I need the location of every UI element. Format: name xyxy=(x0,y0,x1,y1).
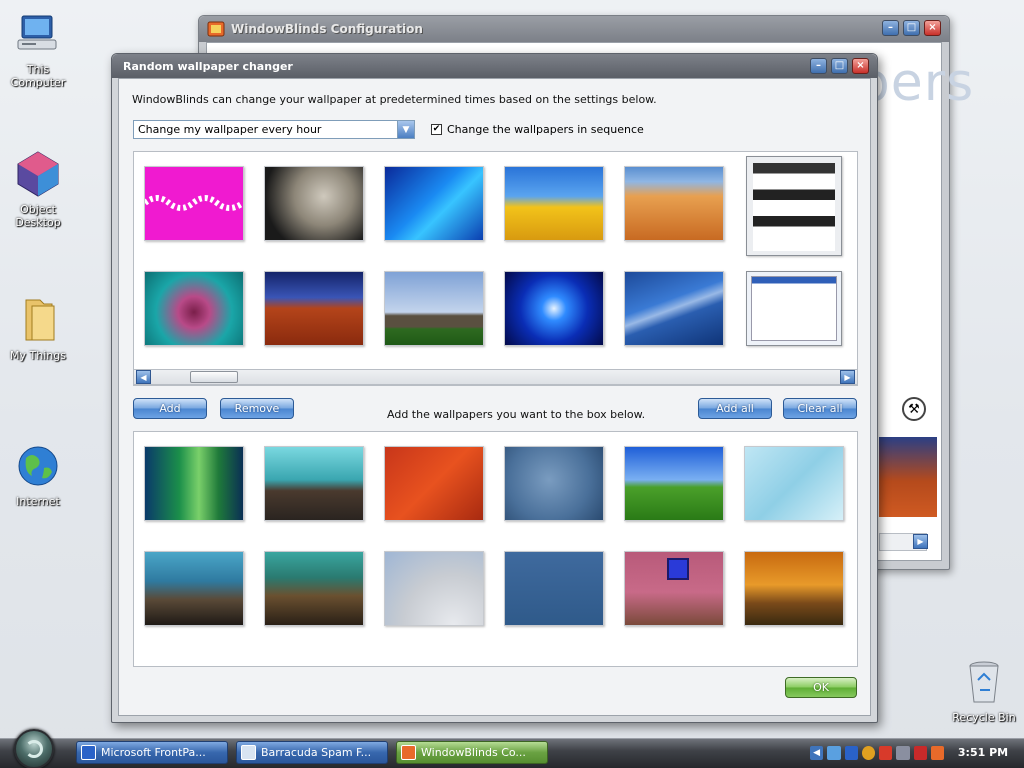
taskbar-item-barracuda[interactable]: Barracuda Spam F... xyxy=(236,741,388,764)
selected-wallpapers-list[interactable] xyxy=(133,431,858,667)
wallpaper-thumbnail[interactable] xyxy=(143,166,245,241)
wallpaper-thumbnail[interactable] xyxy=(144,446,244,521)
remove-button[interactable]: Remove xyxy=(220,398,294,419)
chevron-down-icon[interactable]: ▼ xyxy=(397,121,414,138)
wallpaper-thumbnail[interactable] xyxy=(264,166,364,241)
desktop-icon-internet[interactable]: Internet xyxy=(0,442,76,508)
wallpaper-thumbnail[interactable] xyxy=(504,271,604,346)
taskbar-clock[interactable]: 3:51 PM xyxy=(950,741,1016,764)
dialog-title: Random wallpaper changer xyxy=(123,59,293,73)
wallpaper-thumbnail[interactable] xyxy=(744,446,844,521)
available-wallpapers-list[interactable] xyxy=(133,151,858,386)
checkbox-check-icon[interactable]: ✔ xyxy=(431,124,442,135)
desktop-icon-label: Object Desktop xyxy=(15,203,61,229)
wallpaper-thumbnail[interactable] xyxy=(264,271,364,346)
windowblinds-app-icon xyxy=(207,21,225,37)
wallpaper-thumbnail[interactable] xyxy=(384,551,484,626)
wallpaper-thumbnail[interactable] xyxy=(144,271,244,346)
desktop-icon-label: Internet xyxy=(16,495,60,508)
tray-expand-icon[interactable]: ◀ xyxy=(810,745,824,760)
checkbox-label: Change the wallpapers in sequence xyxy=(447,123,644,136)
wallpaper-thumbnail[interactable] xyxy=(504,551,604,626)
wallpaper-thumbnail[interactable] xyxy=(624,271,724,346)
window-title: WindowBlinds Configuration xyxy=(231,22,423,36)
desktop-icon-my-things[interactable]: My Things xyxy=(0,296,76,362)
wallpaper-thumbnail[interactable] xyxy=(264,446,364,521)
globe-icon xyxy=(18,446,58,486)
minimize-button[interactable]: – xyxy=(810,58,827,74)
ok-button[interactable]: OK xyxy=(785,677,857,698)
network-icon[interactable] xyxy=(827,745,841,760)
desktop-icon-object-desktop[interactable]: Object Desktop xyxy=(0,150,76,229)
tools-icon[interactable]: ⚒ xyxy=(902,397,926,421)
instruction-text: Add the wallpapers you want to the box b… xyxy=(387,408,646,421)
desktop-icon-label: This Computer xyxy=(10,63,66,89)
wallpaper-thumbnail[interactable] xyxy=(264,551,364,626)
scroll-right-arrow-icon[interactable]: ▶ xyxy=(913,534,928,549)
desktop-icon-this-computer[interactable]: This Computer xyxy=(0,10,76,89)
taskbar-item-windowblinds[interactable]: WindowBlinds Co... xyxy=(396,741,548,764)
barracuda-icon xyxy=(241,745,256,760)
maximize-button[interactable]: □ xyxy=(831,58,848,74)
add-all-button[interactable]: Add all xyxy=(698,398,772,419)
close-button[interactable]: × xyxy=(924,20,941,36)
computer-icon xyxy=(17,15,57,50)
window-titlebar[interactable]: WindowBlinds Configuration xyxy=(199,16,949,42)
taskbar-item-frontpage[interactable]: Microsoft FrontPa... xyxy=(76,741,228,764)
wallpaper-thumbnail[interactable] xyxy=(624,166,724,241)
system-tray: ◀ xyxy=(804,741,944,764)
scrollbar-thumb[interactable] xyxy=(190,371,238,383)
taskbar-item-label: Microsoft FrontPa... xyxy=(101,746,206,759)
wallpaper-thumbnail[interactable] xyxy=(384,271,484,346)
status-icon[interactable] xyxy=(861,745,875,760)
select-value: Change my wallpaper every hour xyxy=(138,123,322,136)
intro-text: WindowBlinds can change your wallpaper a… xyxy=(132,93,657,106)
windowblinds-tray-icon[interactable] xyxy=(930,745,944,760)
wallpaper-thumbnail[interactable] xyxy=(504,166,604,241)
wallpaper-interval-select[interactable]: Change my wallpaper every hour ▼ xyxy=(133,120,415,139)
scroll-right-arrow-icon[interactable]: ▶ xyxy=(840,370,855,384)
frontpage-icon xyxy=(81,745,96,760)
clear-all-button[interactable]: Clear all xyxy=(783,398,857,419)
wallpaper-thumbnail[interactable] xyxy=(624,551,724,626)
close-button[interactable]: × xyxy=(852,58,869,74)
desktop-icon-label: My Things xyxy=(10,349,66,362)
minimize-button[interactable]: – xyxy=(882,20,899,36)
start-button[interactable] xyxy=(14,729,54,768)
scroll-left-arrow-icon[interactable]: ◀ xyxy=(136,370,151,384)
sequence-checkbox[interactable]: ✔ Change the wallpapers in sequence xyxy=(431,123,644,136)
wallpaper-thumbnail[interactable] xyxy=(384,166,484,241)
taskbar-item-label: Barracuda Spam F... xyxy=(261,746,372,759)
dialog-body: WindowBlinds can change your wallpaper a… xyxy=(118,78,871,716)
settings-icon[interactable] xyxy=(896,745,910,760)
wallpaper-thumbnail[interactable] xyxy=(746,271,842,346)
gallery-scrollbar[interactable]: ◀ ▶ xyxy=(133,369,858,385)
wallpaper-thumbnail[interactable] xyxy=(744,551,844,626)
alert-icon[interactable] xyxy=(913,745,927,760)
object-desktop-icon xyxy=(17,151,59,197)
wallpaper-thumbnail[interactable] xyxy=(504,446,604,521)
windowblinds-icon xyxy=(401,745,416,760)
desktop-icon-recycle-bin[interactable]: Recycle Bin xyxy=(946,658,1022,724)
maximize-button[interactable]: □ xyxy=(903,20,920,36)
random-wallpaper-changer-dialog[interactable]: Random wallpaper changer – □ × WindowBli… xyxy=(111,53,878,723)
add-button[interactable]: Add xyxy=(133,398,207,419)
sync-icon[interactable] xyxy=(844,745,858,760)
wallpaper-thumbnail[interactable] xyxy=(624,446,724,521)
wallpaper-thumbnail[interactable] xyxy=(746,156,842,256)
security-icon[interactable] xyxy=(879,745,893,760)
dialog-titlebar[interactable]: Random wallpaper changer xyxy=(112,54,877,78)
start-orb-icon xyxy=(25,740,43,758)
recycle-bin-icon xyxy=(969,661,999,703)
desktop-icon-label: Recycle Bin xyxy=(952,711,1016,724)
wallpaper-preview xyxy=(879,437,937,517)
taskbar-item-label: WindowBlinds Co... xyxy=(421,746,526,759)
wallpaper-thumbnail[interactable] xyxy=(384,446,484,521)
folder-icon xyxy=(25,299,55,341)
wallpaper-thumbnail[interactable] xyxy=(144,551,244,626)
